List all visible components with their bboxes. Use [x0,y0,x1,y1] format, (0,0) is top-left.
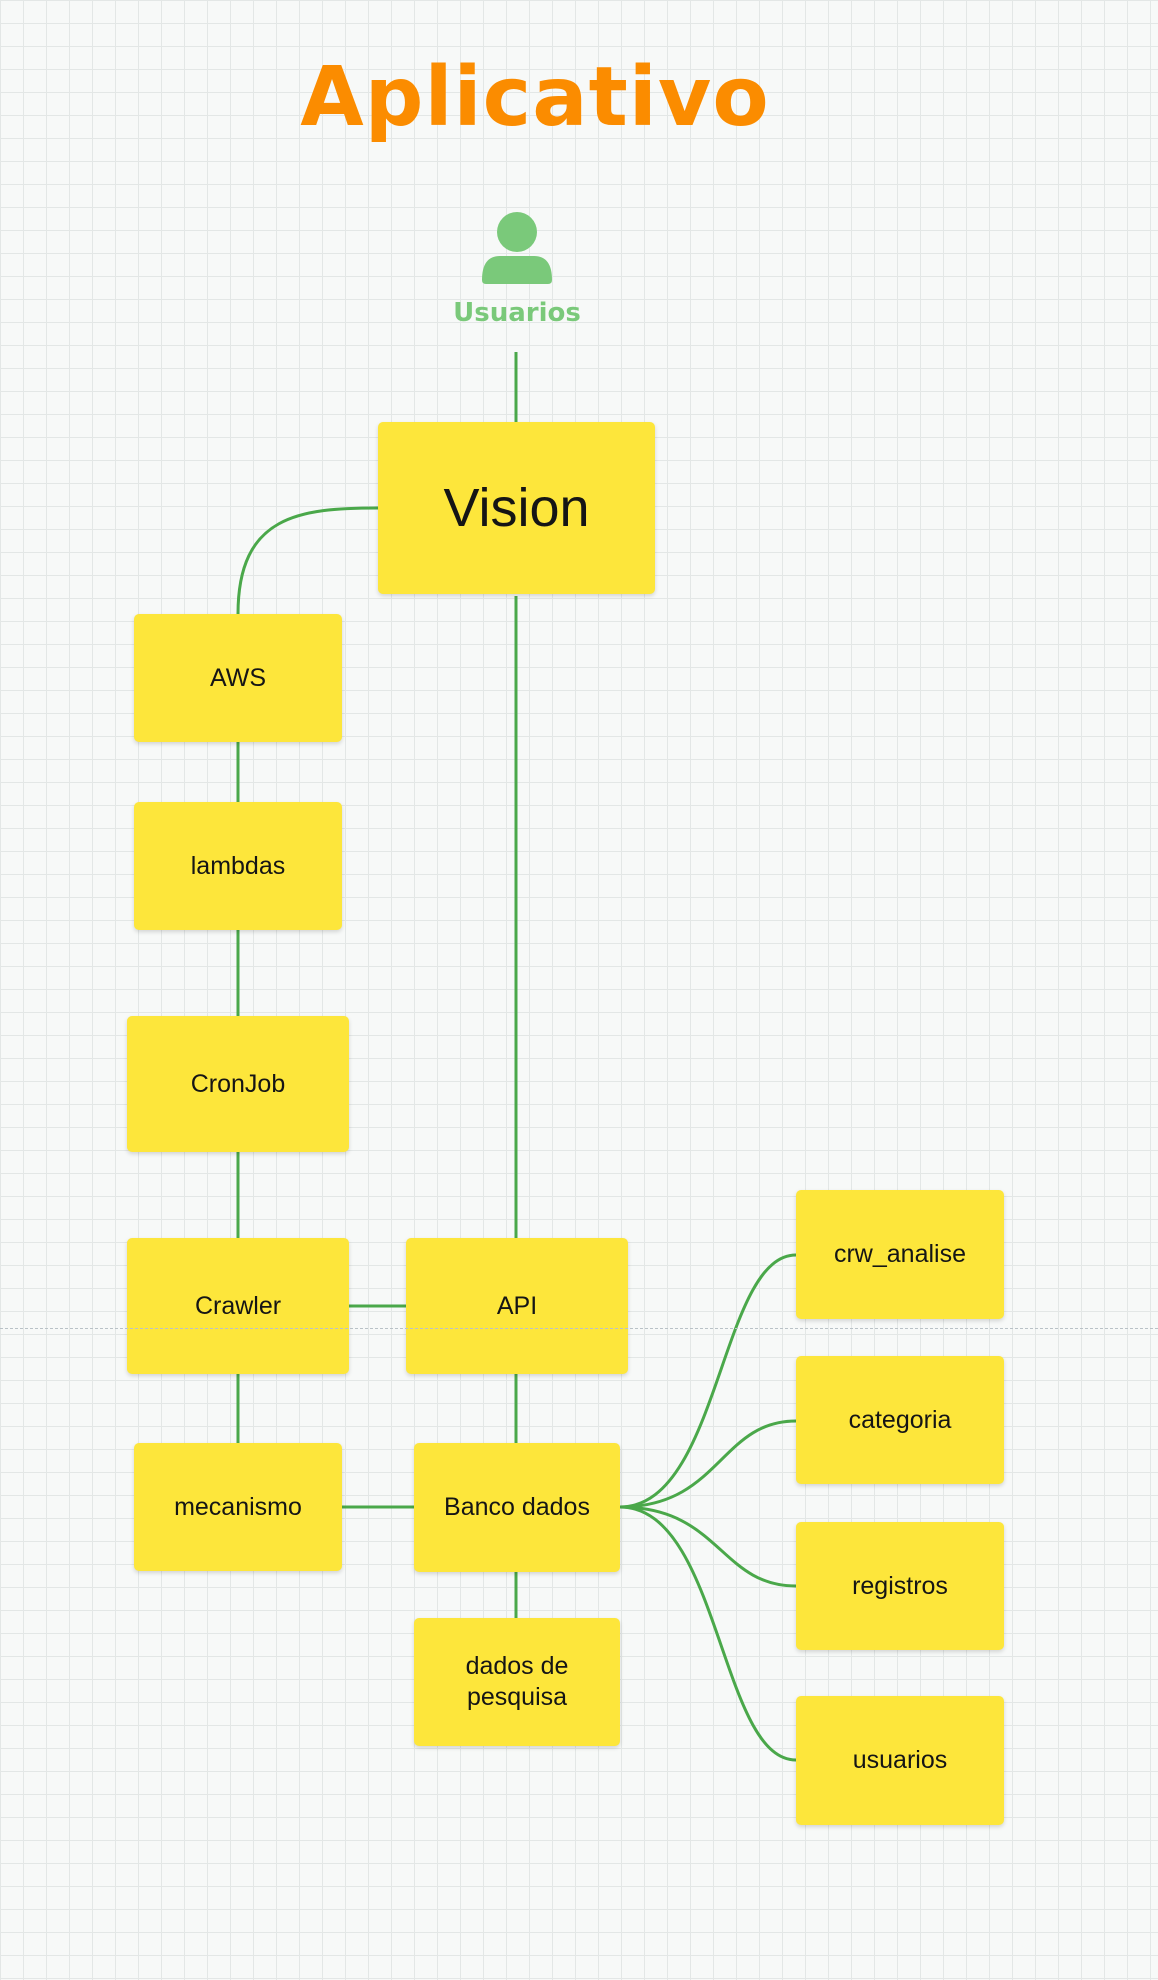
connector-banco-registros [619,1505,797,1588]
crw-analise-note: crw_analise [796,1190,1004,1319]
banco-dados-label: Banco dados [444,1493,590,1521]
crw-analise-label: crw_analise [833,1240,966,1268]
dados-pesquisa-label: dados de pesquisa [465,1652,569,1711]
aws-label: AWS [209,663,267,692]
dados-pesquisa-note: dados de pesquisa [414,1618,620,1746]
registros-label: registros [852,1571,948,1600]
usuarios-label: usuarios [852,1746,948,1774]
vision-label: Vision [443,477,590,538]
categoria-note: categoria [796,1356,1004,1484]
cronjob-label: CronJob [190,1069,286,1098]
lambdas-note: lambdas [134,802,342,930]
api-label: API [496,1291,538,1320]
categoria-label: categoria [848,1405,952,1434]
crawler-note: Crawler [127,1238,349,1374]
crawler-label: Crawler [194,1291,282,1320]
registros-note: registros [796,1522,1004,1650]
usuarios-note: usuarios [796,1696,1004,1825]
lambdas-label: lambdas [190,851,286,880]
vision-note: Vision [378,422,655,594]
connector-banco-crw [619,1253,797,1509]
section-divider [0,1328,1158,1329]
connector-banco-categoria [619,1419,797,1509]
banco-dados-note: Banco dados [414,1443,620,1572]
cronjob-note: CronJob [127,1016,349,1152]
mecanismo-label: mecanismo [174,1492,302,1521]
connector-banco-usuarios [619,1505,797,1762]
connector-vision-aws [236,506,379,615]
api-note: API [406,1238,628,1374]
mecanismo-note: mecanismo [134,1443,342,1571]
aws-note: AWS [134,614,342,742]
